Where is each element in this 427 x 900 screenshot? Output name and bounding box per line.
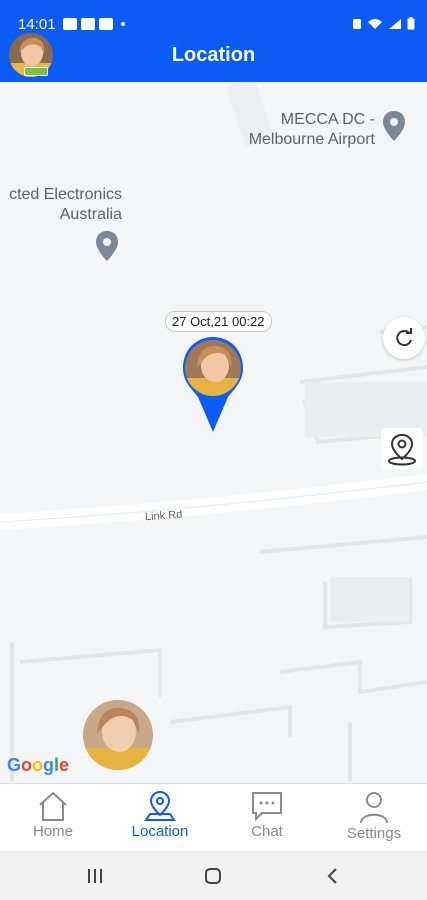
sim-icon [353,18,361,29]
tab-settings[interactable]: Settings [321,784,427,852]
geofence-button[interactable] [381,428,423,470]
page-title: Location [171,44,256,66]
child-photo[interactable] [83,700,153,770]
map-pin-icon[interactable] [382,110,406,142]
person-icon [360,792,388,824]
tab-chat[interactable]: Chat [214,784,320,852]
location-icon [144,790,176,821]
chat-icon [252,792,282,822]
google-logo: Google [7,755,70,775]
map-pin-icon[interactable] [95,230,119,262]
calendar-icon [81,18,95,30]
home-icon [39,791,67,821]
home-nav-icon[interactable] [204,867,222,885]
poi-electronics-store[interactable]: cted Electronics Australia [0,185,122,225]
battery-icon [407,17,415,30]
recent-apps-icon[interactable] [86,868,104,884]
system-nav-bar [0,851,427,900]
app-header: 14:01 Location [0,0,427,82]
refresh-icon [396,328,412,347]
more-notifications-icon [121,22,125,26]
status-time: 14:01 [18,16,56,33]
notification-icons [63,18,125,30]
system-icons [352,17,415,30]
battery-level-badge [24,67,48,76]
signal-icon [389,18,401,29]
marker-avatar[interactable] [185,340,241,396]
bottom-tab-bar: Home Location Chat Settings [0,783,427,851]
geofence-icon [388,433,416,466]
map-view[interactable]: MECCA DC - Melbourne Airport cted Electr… [0,82,427,783]
refresh-button[interactable] [383,317,425,359]
tab-location[interactable]: Location [107,784,213,852]
tab-home[interactable]: Home [0,784,106,852]
back-icon[interactable] [325,867,339,885]
youtube-icon [63,18,77,30]
location-timestamp: 27 Oct,21 00:22 [165,311,272,332]
wifi-icon [368,18,382,29]
app-notification-icon [99,18,113,30]
poi-mecca-dc[interactable]: MECCA DC - Melbourne Airport [249,110,375,150]
